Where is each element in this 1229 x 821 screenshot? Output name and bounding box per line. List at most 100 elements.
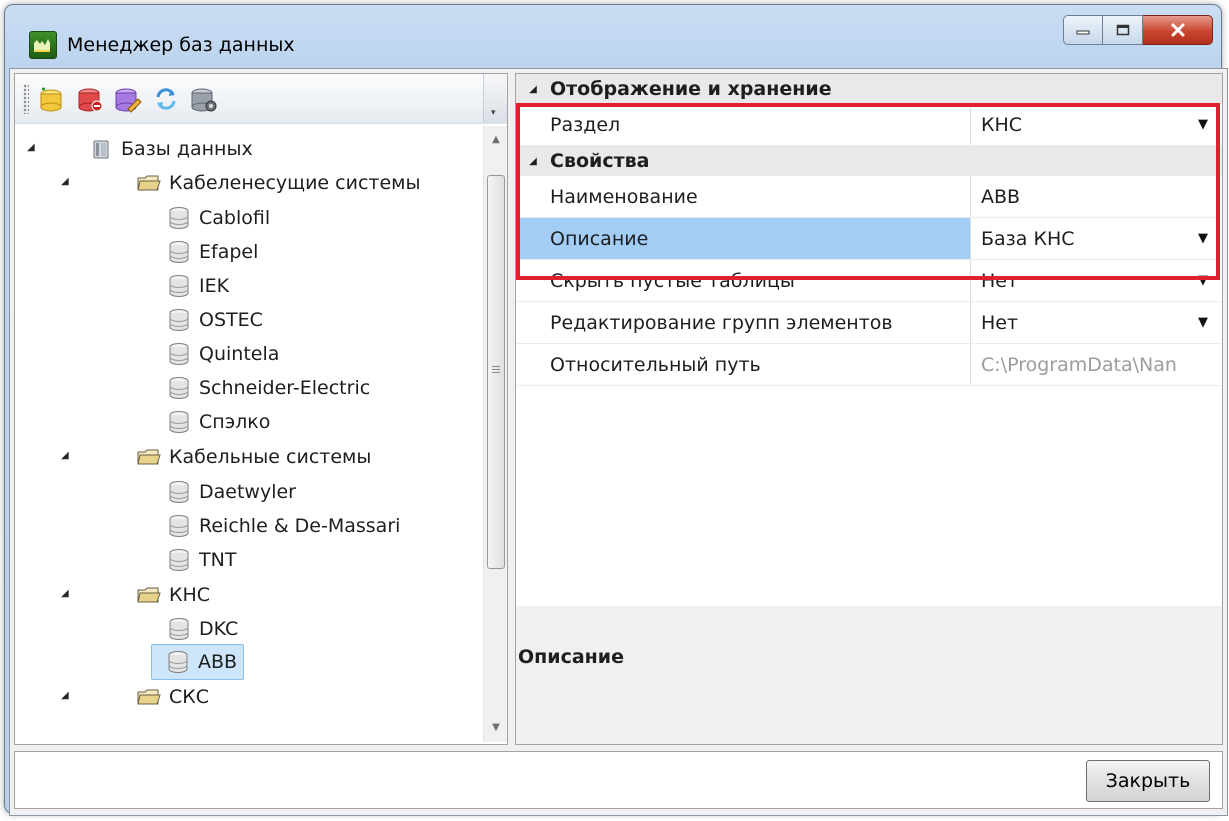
database-tree-pane: ▾ ◢ Базы данных ◢ Кабеленесущие системы … — [14, 73, 508, 745]
property-row-section[interactable]: Раздел КНС ▼ — [516, 104, 1222, 146]
tree-node-label: Efapel — [199, 241, 259, 263]
property-value: База КНС — [981, 227, 1075, 250]
tree-node-database[interactable]: Daetwyler — [167, 475, 296, 509]
tree-node-database[interactable]: Schneider-Electric — [167, 371, 370, 405]
tree-node-group[interactable]: Кабеленесущие системы — [137, 166, 420, 200]
tree-node-database[interactable]: OSTEC — [167, 303, 263, 337]
tree-node-database[interactable]: Reichle & De-Massari — [167, 509, 400, 543]
folder-icon — [137, 445, 161, 469]
toolbar-grip[interactable] — [23, 83, 29, 114]
tree-node-database[interactable]: Quintela — [167, 337, 279, 371]
database-icon — [167, 514, 191, 538]
folder-icon — [137, 583, 161, 607]
database-icon — [167, 342, 191, 366]
tree-node-label: Daetwyler — [199, 481, 296, 503]
database-icon — [167, 240, 191, 264]
description-title: Описание — [518, 646, 625, 668]
tree-node-label: DKC — [199, 618, 239, 640]
tree-node-database[interactable]: IEK — [167, 269, 229, 303]
collapse-arrow-icon[interactable]: ◢ — [61, 450, 73, 462]
tree-node-database-selected[interactable]: ABB — [151, 644, 245, 680]
collapse-arrow-icon[interactable]: ◢ — [61, 690, 73, 702]
tree-node-label: OSTEC — [199, 309, 263, 331]
database-icon — [167, 376, 191, 400]
property-name: Относительный путь — [516, 344, 971, 385]
property-value: ABB — [981, 185, 1021, 208]
tree-node-label: КНС — [169, 584, 211, 606]
tree-node-database[interactable]: Спэлко — [167, 405, 270, 439]
tree-node-database[interactable]: Efapel — [167, 235, 258, 269]
property-grid: ◢ Отображение и хранение Раздел КНС ▼ ◢ С… — [516, 74, 1222, 607]
tree-node-label: Schneider-Electric — [199, 377, 371, 399]
refresh-button[interactable] — [151, 84, 181, 114]
property-pane: ◢ Отображение и хранение Раздел КНС ▼ ◢ С… — [515, 73, 1223, 745]
property-name: Редактирование групп элементов — [516, 302, 971, 343]
property-name: Скрыть пустые таблицы — [516, 260, 971, 301]
property-value: Нет — [981, 311, 1019, 334]
window-frame: Менеджер баз данных ▾ ◢ Базы данных ◢ Ка… — [4, 4, 1228, 816]
dropdown-arrow-icon[interactable]: ▼ — [1198, 117, 1208, 132]
property-row-edit-groups[interactable]: Редактирование групп элементов Нет ▼ — [516, 302, 1222, 344]
database-settings-icon — [191, 88, 217, 111]
database-icon — [166, 650, 190, 674]
tree-node-group[interactable]: Кабельные системы — [137, 440, 371, 474]
add-database-button[interactable] — [37, 84, 67, 114]
property-value-readonly[interactable]: C:\ProgramData\Nan — [971, 344, 1222, 385]
category-properties[interactable]: ◢ Свойства — [516, 146, 1222, 176]
minimize-button[interactable] — [1063, 15, 1103, 45]
tree-scrollbar[interactable]: ▲ ▼ — [483, 126, 507, 742]
description-panel: Описание — [516, 606, 1222, 744]
collapse-arrow-icon[interactable]: ◢ — [516, 84, 550, 95]
maximize-button[interactable] — [1103, 15, 1143, 45]
property-value-field[interactable]: ABB — [971, 176, 1222, 217]
tree-node-database[interactable]: Cablofil — [167, 201, 270, 235]
scroll-thumb[interactable] — [487, 175, 505, 569]
collapse-arrow-icon[interactable]: ◢ — [61, 176, 73, 188]
category-label: Свойства — [550, 150, 650, 172]
tree-node-label: СКС — [169, 686, 210, 708]
collapse-arrow-icon[interactable]: ◢ — [27, 142, 39, 154]
toolbar-overflow-button[interactable]: ▾ — [483, 74, 507, 124]
tree-node-label: Кабеленесущие системы — [169, 172, 421, 194]
property-value-dropdown[interactable]: База КНС ▼ — [971, 218, 1222, 259]
close-window-button[interactable] — [1143, 15, 1213, 45]
property-value-dropdown[interactable]: Нет ▼ — [971, 302, 1222, 343]
title-bar: Менеджер баз данных — [29, 29, 295, 61]
database-settings-button[interactable] — [189, 84, 219, 114]
client-area: ▾ ◢ Базы данных ◢ Кабеленесущие системы … — [9, 68, 1228, 816]
property-value: Нет — [981, 269, 1019, 292]
tree-node-label: Cablofil — [199, 207, 271, 229]
scroll-up-icon[interactable]: ▲ — [484, 128, 507, 152]
tree-toolbar — [15, 74, 483, 124]
collapse-arrow-icon[interactable]: ◢ — [61, 588, 73, 600]
collapse-arrow-icon[interactable]: ◢ — [516, 156, 550, 167]
dropdown-arrow-icon[interactable]: ▼ — [1198, 231, 1208, 246]
property-row-hide-empty[interactable]: Скрыть пустые таблицы Нет ▼ — [516, 260, 1222, 302]
scroll-down-icon[interactable]: ▼ — [484, 716, 507, 740]
tree-node-group[interactable]: СКС — [137, 680, 209, 714]
chevron-down-icon: ▾ — [491, 108, 496, 118]
property-value-dropdown[interactable]: Нет ▼ — [971, 260, 1222, 301]
tree-node-database[interactable]: TNT — [167, 543, 236, 577]
dialog-body: ▾ ◢ Базы данных ◢ Кабеленесущие системы … — [9, 68, 1228, 816]
property-row-relative-path[interactable]: Относительный путь C:\ProgramData\Nan — [516, 344, 1222, 386]
database-icon — [167, 206, 191, 230]
dropdown-arrow-icon[interactable]: ▼ — [1198, 315, 1208, 330]
app-icon — [29, 31, 57, 59]
dropdown-arrow-icon[interactable]: ▼ — [1198, 273, 1208, 288]
property-row-description[interactable]: Описание База КНС ▼ — [516, 218, 1222, 260]
property-row-naming[interactable]: Наименование ABB — [516, 176, 1222, 218]
tree-node-group[interactable]: КНС — [137, 578, 210, 612]
tree-node-label: Quintela — [199, 343, 280, 365]
tree-node-root[interactable]: Базы данных — [89, 132, 253, 166]
category-storage[interactable]: ◢ Отображение и хранение — [516, 74, 1222, 104]
close-icon — [1171, 23, 1184, 37]
edit-database-button[interactable] — [113, 84, 143, 114]
refresh-icon — [156, 87, 176, 110]
property-value-dropdown[interactable]: КНС ▼ — [971, 104, 1222, 145]
remove-database-button[interactable] — [75, 84, 105, 114]
tree-node-database[interactable]: DKC — [167, 612, 238, 646]
database-icon — [167, 617, 191, 641]
property-name: Раздел — [516, 104, 971, 145]
close-button[interactable]: Закрыть — [1086, 760, 1210, 802]
